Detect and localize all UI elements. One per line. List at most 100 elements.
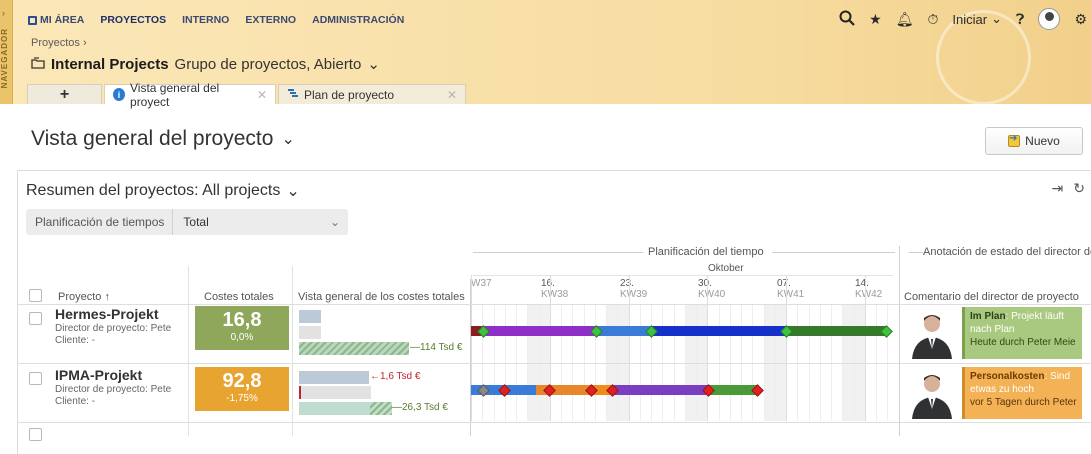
gantt-segment[interactable]: [651, 326, 787, 336]
project-manager: Director de proyecto: Pete: [55, 384, 172, 395]
week-header: 30. KW40: [698, 278, 726, 300]
tab-vista-general[interactable]: i Vista general del proyect ✕: [104, 81, 276, 109]
nav-item-proyectos[interactable]: PROYECTOS: [100, 14, 166, 26]
manager-avatar: [906, 367, 958, 419]
star-icon[interactable]: ★: [869, 11, 882, 28]
gantt-icon: [287, 88, 299, 102]
export-icon[interactable]: ⇥: [1052, 180, 1064, 197]
bell-icon[interactable]: 🔔︎: [896, 11, 914, 28]
chevron-down-icon: ⌄: [329, 215, 340, 229]
navigator-rail[interactable]: › NAVEGADOR: [0, 0, 13, 104]
cost-bar-planned: [299, 310, 321, 323]
project-summary-panel: Resumen del proyectos: All projects ⌄ ⇥ …: [17, 170, 1091, 454]
status-comment[interactable]: Im Plan: Projekt läuft nach Plan Heute d…: [962, 307, 1082, 359]
cost-bar-label: —26,3 Tsd €: [392, 402, 448, 413]
nav-item-administracion[interactable]: ADMINISTRACIÓN: [312, 14, 404, 26]
week-header: 07. KW41: [777, 278, 805, 300]
status-group-header: Anotación de estado del director de: [923, 246, 1091, 258]
gantt-segment[interactable]: [596, 326, 651, 336]
column-header-project[interactable]: Proyecto ↑: [58, 291, 110, 303]
new-icon: [1008, 133, 1021, 147]
project-client: Cliente: -: [55, 396, 96, 407]
header-line: [473, 252, 643, 253]
header-tools: ★ 🔔︎ ⏱︎ Iniciar ⌄ ❓︎ ⚙: [839, 8, 1087, 30]
cost-bar-planned: [299, 371, 369, 384]
user-avatar[interactable]: [1038, 8, 1061, 30]
header-line: [473, 275, 893, 276]
column-divider: [188, 266, 189, 436]
column-header-costs[interactable]: Costes totales: [204, 291, 274, 303]
header-line: [772, 252, 895, 253]
stopwatch-icon[interactable]: ⏱︎: [928, 11, 939, 28]
gantt-segment[interactable]: [481, 326, 596, 336]
row-divider: [18, 363, 1091, 364]
project-title[interactable]: Internal Projects Grupo de proyectos, Ab…: [31, 55, 380, 73]
tab-label: Plan de proyecto: [304, 87, 395, 102]
project-name-link[interactable]: Hermes-Projekt: [55, 306, 159, 322]
page-title[interactable]: Vista general del proyecto ⌄: [31, 127, 295, 151]
chevron-down-icon[interactable]: ⌄: [367, 55, 380, 73]
panel-tools: ⇥ ↻: [1052, 180, 1085, 197]
chevron-down-icon: ⌄: [281, 131, 295, 148]
row-divider: [18, 304, 1091, 305]
chevron-down-icon: ⌄: [991, 11, 1003, 26]
day-gridline: [628, 275, 630, 421]
cost-bar-actual: [299, 326, 321, 339]
project-group-icon: [31, 56, 45, 73]
day-gridline: [707, 275, 709, 421]
navigator-label: NAVEGADOR: [0, 28, 9, 89]
tab-bar: + i Vista general del proyect ✕ Plan de …: [13, 81, 466, 109]
project-name: Internal Projects: [51, 55, 169, 73]
column-divider: [899, 246, 900, 436]
gear-icon[interactable]: ⚙: [1074, 11, 1087, 28]
cost-bar-label: —114 Tsd €: [410, 342, 463, 353]
total-cost-tile[interactable]: 16,8 0,0%: [195, 306, 289, 350]
project-name-link[interactable]: IPMA-Projekt: [55, 367, 142, 383]
gantt-segment[interactable]: [787, 326, 887, 336]
chevron-down-icon: ⌄: [286, 183, 300, 200]
time-planning-filter[interactable]: Planificación de tiempos Total ⌄: [26, 209, 348, 235]
gantt-segment[interactable]: [613, 385, 708, 395]
day-gridline: [471, 275, 472, 421]
project-subtitle: Grupo de proyectos, Abierto: [174, 55, 362, 73]
close-icon[interactable]: ✕: [257, 88, 267, 102]
status-comment[interactable]: Personalkosten: Sind etwas zu hoch vor 5…: [962, 367, 1082, 419]
tab-plan-de-proyecto[interactable]: Plan de proyecto ✕: [278, 84, 466, 104]
manager-avatar: [906, 307, 958, 359]
refresh-icon[interactable]: ↻: [1073, 180, 1085, 197]
total-cost-tile[interactable]: 92,8 -1,75%: [195, 367, 289, 411]
breadcrumb[interactable]: Proyectos ›: [31, 37, 87, 49]
select-all-checkbox[interactable]: [29, 289, 42, 302]
search-icon[interactable]: [839, 10, 855, 29]
week-header: 16. KW38: [541, 278, 569, 300]
row-checkbox[interactable]: [29, 312, 42, 325]
row-divider: [18, 422, 1091, 423]
close-icon[interactable]: ✕: [447, 88, 457, 102]
row-checkbox[interactable]: [29, 372, 42, 385]
chevron-right-icon[interactable]: ›: [2, 8, 5, 18]
top-navigation: MI ÁREA PROYECTOS INTERNO EXTERNO ADMINI…: [28, 14, 404, 26]
week-header: 23. KW39: [620, 278, 648, 300]
filter-value: Total: [183, 215, 209, 229]
cost-bar-label-over: ←1,6 Tsd €: [370, 371, 421, 382]
time-planning-header: Planificación del tiempo: [648, 246, 764, 258]
app-header: › NAVEGADOR MI ÁREA PROYECTOS INTERNO EX…: [0, 0, 1091, 109]
filter-label: Planificación de tiempos: [26, 209, 174, 235]
cost-bar-budget: [299, 342, 409, 355]
nav-item-externo[interactable]: EXTERNO: [245, 14, 296, 26]
day-gridline: [786, 275, 787, 421]
new-button[interactable]: Nuevo: [985, 127, 1083, 155]
header-line: [909, 252, 923, 253]
help-icon[interactable]: ❓︎: [1016, 11, 1024, 28]
start-menu[interactable]: Iniciar ⌄: [952, 11, 1002, 27]
week-header: 14. KW42: [855, 278, 883, 300]
add-tab-button[interactable]: +: [27, 84, 102, 104]
new-row-checkbox[interactable]: [29, 428, 42, 441]
nav-item-interno[interactable]: INTERNO: [182, 14, 229, 26]
column-divider: [292, 266, 293, 436]
panel-title[interactable]: Resumen del proyectos: All projects ⌄: [26, 181, 300, 201]
column-header-status-comment[interactable]: Comentario del director de proyecto: [904, 291, 1079, 303]
cost-bar-actual: [299, 386, 371, 399]
nav-item-mi-area[interactable]: MI ÁREA: [28, 14, 84, 26]
column-header-cost-overview[interactable]: Vista general de los costes totales: [298, 291, 465, 303]
